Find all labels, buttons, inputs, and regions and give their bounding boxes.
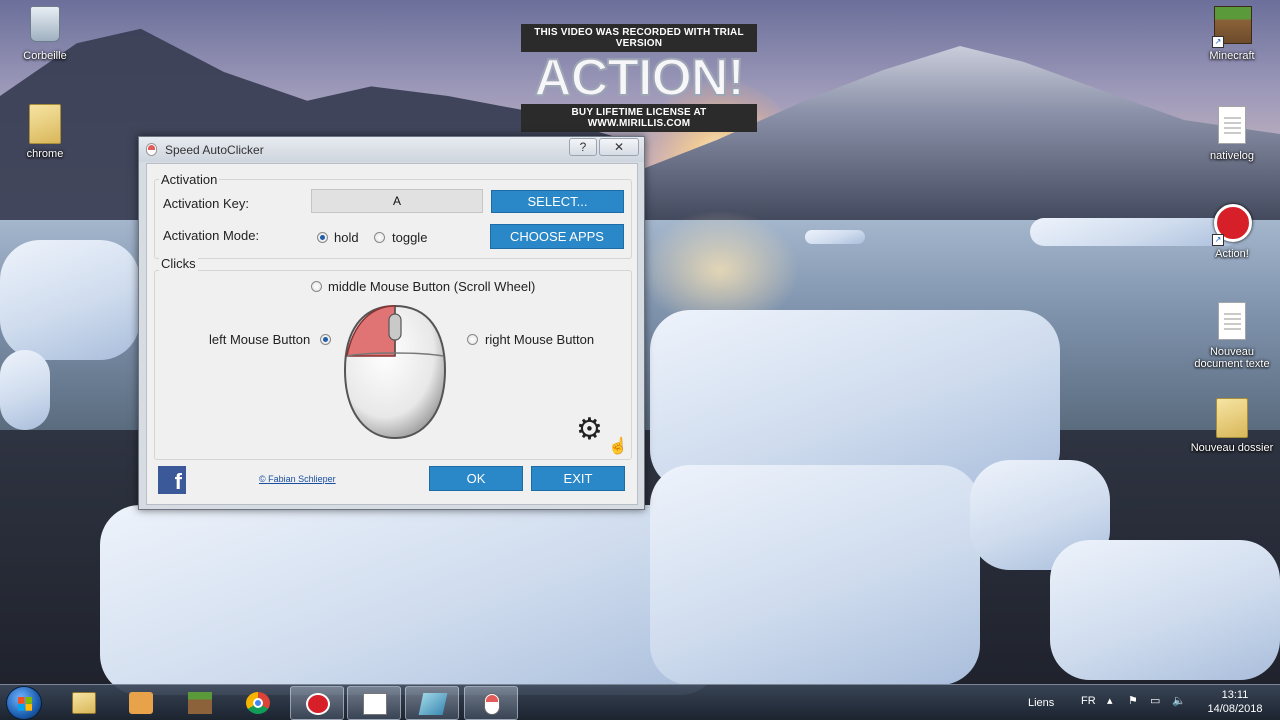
show-hidden-icons-icon[interactable]: ▴ — [1107, 694, 1113, 707]
toggle-radio[interactable] — [374, 232, 385, 243]
desktop-icon-chrome-folder[interactable]: chrome — [0, 104, 90, 160]
ice-floe — [805, 230, 865, 244]
taskbar-action-recorder[interactable] — [290, 686, 344, 720]
desktop-icon-new-folder[interactable]: Nouveau dossier — [1187, 398, 1277, 454]
title-bar[interactable]: Speed AutoClicker ? ✕ — [139, 137, 644, 162]
taskbar-speed-autoclicker[interactable] — [464, 686, 518, 720]
middle-button-radio[interactable] — [311, 281, 322, 292]
clicks-group-title: Clicks — [159, 256, 198, 271]
desktop-icon-minecraft[interactable]: ↗ Minecraft — [1187, 6, 1277, 62]
clock-time: 13:11 — [1221, 689, 1249, 701]
notepad-icon — [363, 693, 387, 715]
desktop-icon-label: nativelog — [1209, 150, 1255, 162]
taskbar: Liens FR ▴ ⚑ ▭ 🔈 13:11 14/08/2018 — [0, 684, 1280, 720]
watermark-top-text: THIS VIDEO WAS RECORDED WITH TRIAL VERSI… — [521, 24, 757, 52]
media-player-icon — [129, 692, 153, 714]
record-icon: ↗ — [1212, 204, 1252, 246]
minecraft-icon: ↗ — [1212, 6, 1252, 48]
volume-icon[interactable]: 🔈 — [1172, 694, 1186, 707]
taskbar-app[interactable] — [405, 686, 459, 720]
facebook-icon[interactable]: f — [158, 466, 186, 494]
recording-watermark: THIS VIDEO WAS RECORDED WITH TRIAL VERSI… — [521, 24, 757, 132]
shortcut-arrow-icon: ↗ — [1212, 36, 1224, 48]
taskbar-notepad[interactable] — [347, 686, 401, 720]
exit-button[interactable]: EXIT — [531, 466, 625, 491]
activation-key-label: Activation Key: — [163, 196, 249, 211]
activation-mode-label: Activation Mode: — [163, 228, 260, 243]
ice-block — [1050, 540, 1280, 680]
taskbar-media-player[interactable] — [114, 686, 168, 720]
desktop-icon-nativelog[interactable]: nativelog — [1187, 106, 1277, 162]
taskbar-chrome[interactable] — [231, 686, 285, 720]
desktop-icon-label: Nouveau document texte — [1194, 346, 1270, 370]
desktop-icon-label: Action! — [1215, 248, 1249, 260]
ice-block — [0, 240, 140, 360]
links-toolbar[interactable]: Liens — [1028, 697, 1054, 709]
left-button-radio[interactable] — [320, 334, 331, 345]
toggle-radio-label[interactable]: toggle — [392, 230, 427, 245]
desktop-icon-new-text-document[interactable]: Nouveau document texte — [1187, 302, 1277, 370]
language-indicator[interactable]: FR — [1081, 695, 1096, 707]
folder-icon — [1214, 398, 1250, 438]
taskbar-clock[interactable]: 13:11 14/08/2018 — [1200, 688, 1270, 716]
start-button[interactable] — [6, 686, 42, 720]
minecraft-icon — [188, 692, 212, 714]
chrome-icon — [246, 692, 270, 714]
ice-block — [0, 350, 50, 430]
author-credit-link[interactable]: © Fabian Schlieper — [259, 474, 336, 484]
ok-button[interactable]: OK — [429, 466, 523, 491]
right-button-label[interactable]: right Mouse Button — [485, 332, 594, 347]
taskbar-minecraft[interactable] — [173, 686, 227, 720]
desktop-icon-label: Nouveau dossier — [1190, 442, 1274, 454]
middle-button-label[interactable]: middle Mouse Button (Scroll Wheel) — [328, 279, 535, 294]
desktop-icon-label: Minecraft — [1209, 50, 1255, 62]
record-icon — [306, 693, 330, 715]
help-button[interactable]: ? — [569, 138, 597, 156]
text-document-icon — [1214, 106, 1250, 146]
app-mouse-icon — [146, 143, 157, 156]
choose-apps-button[interactable]: CHOOSE APPS — [490, 224, 624, 249]
activation-group-title: Activation — [159, 172, 220, 187]
select-key-button[interactable]: SELECT... — [491, 190, 624, 213]
mouse-icon — [484, 693, 500, 715]
hold-radio-label[interactable]: hold — [334, 230, 359, 245]
hand-cursor-icon: ☝ — [608, 438, 628, 455]
left-button-label[interactable]: left Mouse Button — [209, 332, 310, 347]
hold-radio[interactable] — [317, 232, 328, 243]
ice-block — [650, 465, 980, 685]
close-button[interactable]: ✕ — [599, 138, 639, 156]
activation-key-field[interactable]: A — [311, 189, 483, 213]
desktop-icon-action[interactable]: ↗ Action! — [1187, 204, 1277, 260]
shortcut-arrow-icon: ↗ — [1212, 234, 1224, 246]
network-icon[interactable]: ▭ — [1150, 694, 1160, 707]
generic-app-icon — [418, 693, 448, 715]
window-client-area: Activation Activation Key: A SELECT... A… — [146, 163, 638, 505]
watermark-logo: ACTION! — [533, 49, 746, 107]
recycle-bin-icon — [27, 6, 63, 46]
window-title: Speed AutoClicker — [165, 143, 264, 157]
desktop-icon-label: chrome — [26, 148, 64, 160]
ice-block — [100, 505, 720, 695]
settings-gear-icon[interactable]: ⚙ — [576, 415, 603, 445]
desktop-icon-label: Corbeille — [23, 50, 67, 62]
speed-autoclicker-window: Speed AutoClicker ? ✕ Activation Activat… — [138, 136, 645, 510]
folder-icon — [27, 104, 63, 144]
desktop-icon-recycle-bin[interactable]: Corbeille — [0, 6, 90, 62]
clock-date: 14/08/2018 — [1207, 703, 1263, 715]
right-button-radio[interactable] — [467, 334, 478, 345]
watermark-bottom-text: BUY LIFETIME LICENSE AT WWW.MIRILLIS.COM — [521, 104, 757, 132]
mouse-illustration-icon — [343, 304, 447, 440]
taskbar-explorer[interactable] — [57, 686, 111, 720]
action-center-flag-icon[interactable]: ⚑ — [1128, 694, 1138, 707]
explorer-folder-icon — [72, 692, 96, 714]
text-document-icon — [1214, 302, 1250, 342]
